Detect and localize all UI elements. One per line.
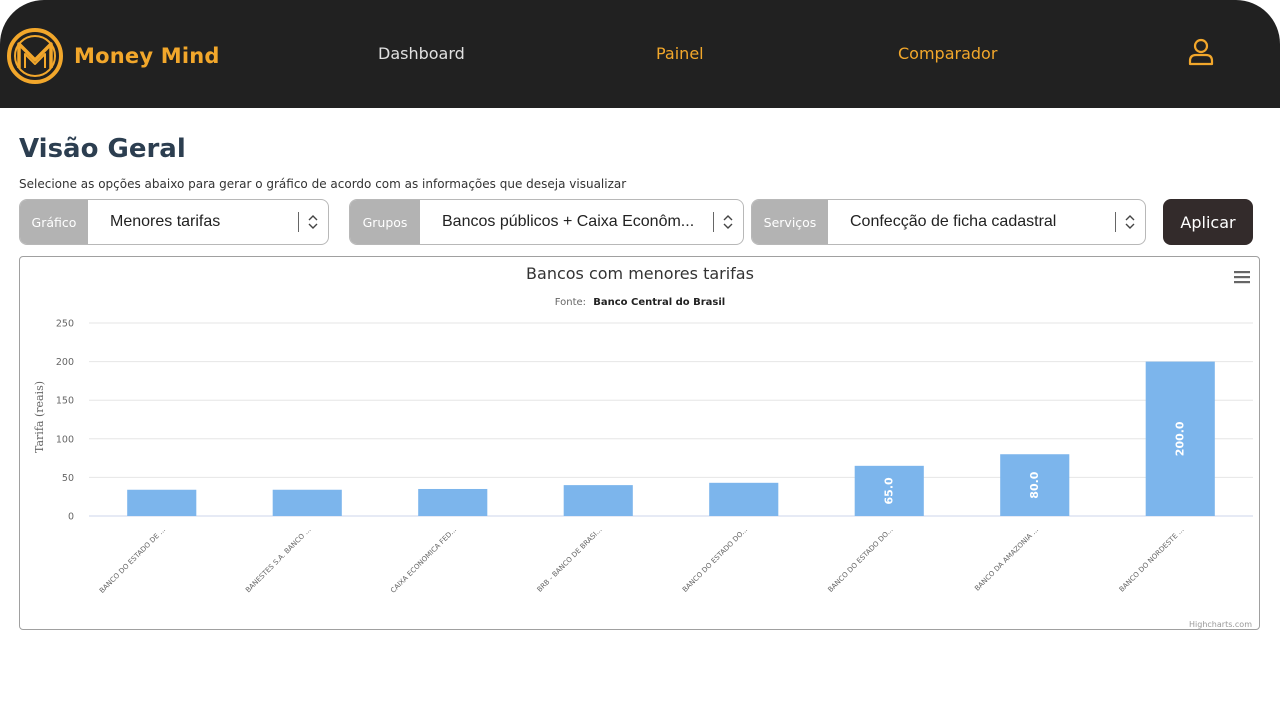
- bar[interactable]: [709, 482, 779, 516]
- chart-container: Bancos com menores tarifas Fonte: Banco …: [19, 256, 1260, 630]
- x-tick-label: BANCO DO NORDESTE ...: [1118, 526, 1186, 594]
- chart-menu-icon[interactable]: [1233, 269, 1251, 285]
- data-label: 80.0: [1028, 471, 1041, 498]
- chart-subtitle-prefix: Fonte:: [555, 297, 586, 308]
- data-label: 65.0: [883, 477, 896, 504]
- bar-chart: Bancos com menores tarifas Fonte: Banco …: [33, 264, 1253, 629]
- grupos-select-label: Grupos: [350, 200, 420, 244]
- x-tick-label: BRB - BANCO DE BRASI...: [536, 526, 604, 594]
- nav-link-comparador[interactable]: Comparador: [898, 44, 997, 63]
- chart-title: Bancos com menores tarifas: [526, 264, 754, 283]
- servicos-select-value: Confecção de ficha cadastral: [850, 213, 1057, 230]
- y-tick-label: 50: [62, 473, 74, 484]
- y-tick-label: 250: [56, 319, 74, 330]
- select-arrows-icon: [713, 200, 743, 244]
- x-tick-label: CAIXA ECONOMICA FED...: [389, 526, 458, 595]
- grupos-select[interactable]: Grupos Bancos públicos + Caixa Econôm...: [349, 199, 744, 245]
- y-tick-label: 100: [56, 434, 74, 445]
- apply-button[interactable]: Aplicar: [1163, 199, 1253, 245]
- data-label: 200.0: [1174, 421, 1187, 456]
- grafico-select-label: Gráfico: [20, 200, 88, 244]
- bar[interactable]: [418, 488, 488, 516]
- brand-logo-link[interactable]: Money Mind: [6, 27, 220, 85]
- grafico-select[interactable]: Gráfico Menores tarifas: [19, 199, 329, 245]
- bar[interactable]: [127, 489, 197, 516]
- page-title: Visão Geral: [19, 134, 186, 164]
- y-tick-label: 150: [56, 396, 74, 407]
- y-tick-label: 200: [56, 357, 74, 368]
- top-navbar: Money Mind Dashboard Painel Comparador: [0, 0, 1280, 108]
- user-icon[interactable]: [1188, 38, 1214, 66]
- x-tick-label: BANCO DO ESTADO DO...: [827, 526, 895, 594]
- chart-subtitle-source: Banco Central do Brasil: [593, 297, 725, 308]
- servicos-select[interactable]: Serviços Confecção de ficha cadastral: [751, 199, 1146, 245]
- x-tick-label: BANCO DA AMAZONIA ...: [973, 526, 1040, 593]
- bar[interactable]: [563, 485, 633, 516]
- nav-link-painel[interactable]: Painel: [656, 44, 704, 63]
- page-subtitle: Selecione as opções abaixo para gerar o …: [19, 177, 627, 191]
- select-arrows-icon: [1115, 200, 1145, 244]
- money-mind-logo-icon: [7, 28, 63, 84]
- select-arrows-icon: [298, 200, 328, 244]
- x-tick-label: BANCO DO ESTADO DE ...: [98, 526, 167, 595]
- chart-subtitle: Fonte: Banco Central do Brasil: [555, 297, 725, 308]
- servicos-select-label: Serviços: [752, 200, 828, 244]
- bar[interactable]: [272, 489, 342, 516]
- brand-name: Money Mind: [74, 44, 220, 68]
- grafico-select-value: Menores tarifas: [110, 213, 221, 230]
- y-axis-title: Tarifa (reais): [33, 381, 46, 453]
- nav-link-dashboard[interactable]: Dashboard: [378, 44, 465, 63]
- chart-credits[interactable]: Highcharts.com: [1189, 620, 1252, 629]
- x-tick-label: BANCO DO ESTADO DO...: [681, 526, 749, 594]
- grupos-select-value: Bancos públicos + Caixa Econôm...: [442, 213, 695, 230]
- y-tick-label: 0: [68, 512, 74, 523]
- x-tick-label: BANESTES S.A. BANCO ...: [244, 526, 313, 595]
